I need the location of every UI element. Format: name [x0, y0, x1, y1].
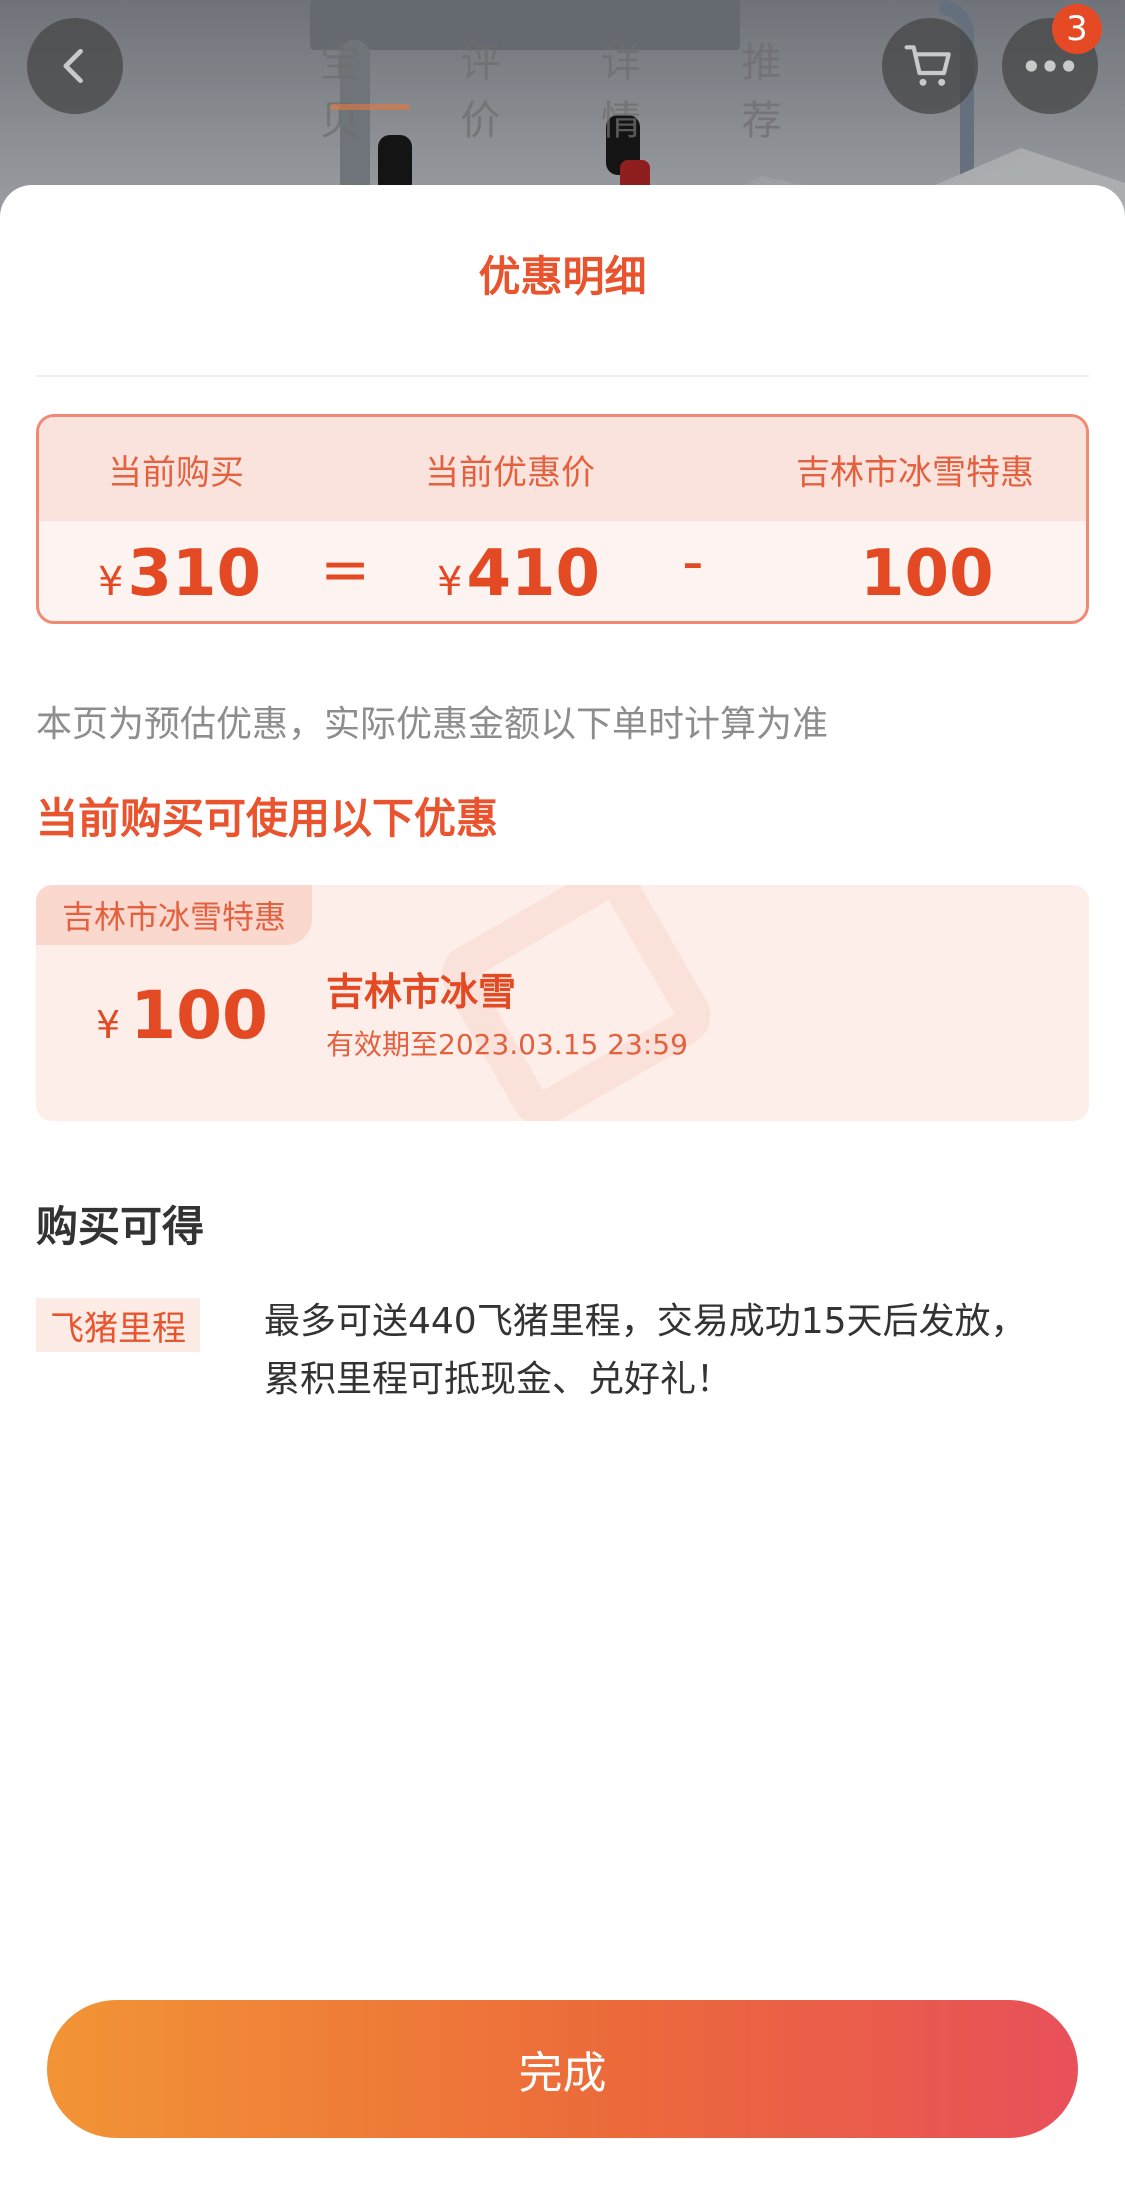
minus-sign: - — [682, 527, 704, 597]
coupon-name: 吉林市冰雪 — [326, 970, 517, 1014]
tab-recommend[interactable]: 推荐 — [742, 30, 821, 144]
cart-count-badge: 3 — [1052, 4, 1102, 54]
available-discounts-title: 当前购买可使用以下优惠 — [36, 794, 499, 843]
miles-description: 最多可送440飞猪里程，交易成功15天后发放， 累积里程可抵现金、兑好礼！ — [264, 1293, 1094, 1409]
earn-section-title: 购买可得 — [36, 1202, 205, 1251]
tab-product[interactable]: 宝贝 — [320, 30, 399, 144]
original-price: ¥410 — [437, 537, 601, 611]
miles-tag: 飞猪里程 — [36, 1298, 200, 1352]
header-promo-name: 吉林市冰雪特惠 — [796, 452, 1034, 493]
miles-description-line: 累积里程可抵现金、兑好礼！ — [264, 1359, 733, 1400]
coupon-amount: ¥100 — [96, 977, 268, 1054]
chevron-left-icon — [63, 48, 83, 84]
more-dots-icon — [1025, 60, 1075, 72]
miles-description-line: 最多可送440飞猪里程，交易成功15天后发放， — [264, 1301, 1027, 1342]
coupon-card: 吉林市冰雪特惠 ¥100 吉林市冰雪 有效期至2023.03.15 23:59 — [36, 885, 1089, 1121]
product-nav-tabs: 宝贝 评价 详情 推荐 — [320, 30, 821, 144]
back-button[interactable] — [27, 18, 123, 114]
header-current-purchase: 当前购买 — [108, 452, 244, 493]
equals-sign: = — [320, 535, 371, 605]
price-equation-header: 当前购买 当前优惠价 吉林市冰雪特惠 — [39, 417, 1086, 521]
tab-active-indicator — [330, 104, 410, 110]
discount-detail-sheet: 优惠明细 当前购买 当前优惠价 吉林市冰雪特惠 ¥310 = ¥410 - 10… — [0, 185, 1125, 2190]
sheet-title: 优惠明细 — [478, 252, 647, 301]
tab-reviews[interactable]: 评价 — [461, 30, 540, 144]
coupon-expiry: 有效期至2023.03.15 23:59 — [326, 1028, 688, 1061]
estimate-note: 本页为预估优惠，实际优惠金额以下单时计算为准 — [36, 704, 829, 745]
cart-button[interactable] — [882, 18, 978, 114]
done-button[interactable]: 完成 — [47, 2000, 1078, 2138]
title-divider — [36, 375, 1089, 377]
price-equation-box: 当前购买 当前优惠价 吉林市冰雪特惠 ¥310 = ¥410 - 100 — [36, 414, 1089, 624]
discount-amount: 100 — [860, 537, 994, 611]
current-price: ¥310 — [98, 537, 262, 611]
coupon-tag: 吉林市冰雪特惠 — [36, 885, 313, 945]
header-discounted-price: 当前优惠价 — [425, 452, 595, 493]
cart-icon — [904, 45, 951, 86]
tab-details[interactable]: 详情 — [601, 30, 680, 144]
price-equation-values: ¥310 = ¥410 - 100 — [39, 521, 1086, 621]
